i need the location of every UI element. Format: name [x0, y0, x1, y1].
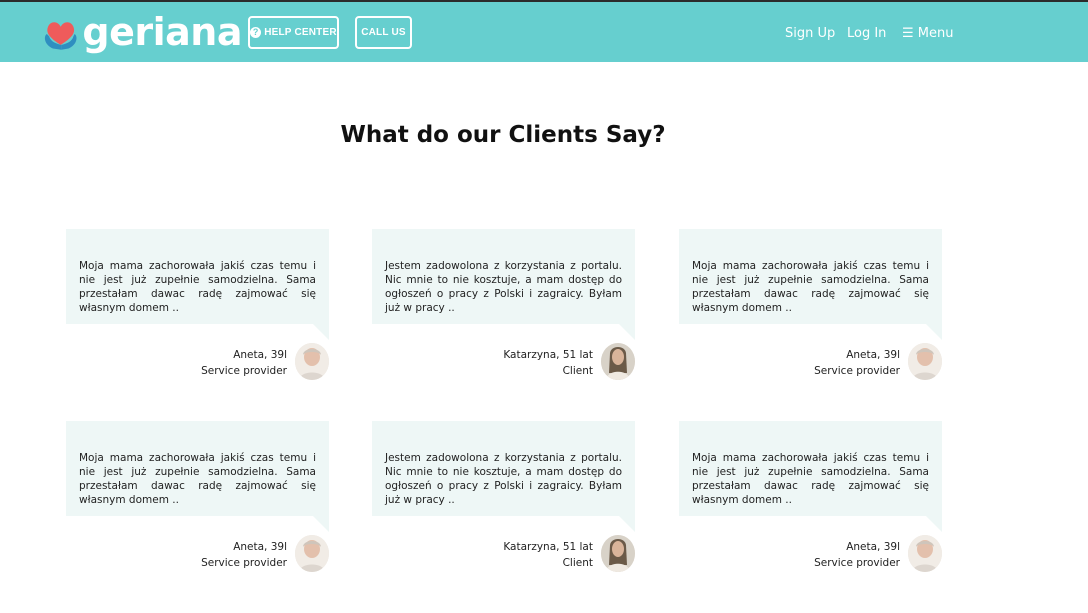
- woman-portrait-dark-icon: [601, 343, 635, 380]
- log-in-link[interactable]: Log In: [847, 26, 886, 41]
- sign-up-link[interactable]: Sign Up: [785, 26, 835, 41]
- author-role: Client: [562, 365, 593, 377]
- speech-tail: [619, 324, 635, 340]
- author-role: Service provider: [814, 557, 900, 569]
- testimonial-text: Jestem zadowolona z korzystania z portal…: [372, 421, 635, 516]
- testimonial-author: Aneta, 39l Service provider: [814, 539, 900, 571]
- heart-hands-icon: [44, 22, 77, 50]
- author-name: Katarzyna, 51 lat: [503, 541, 593, 553]
- help-center-button[interactable]: ? HELP CENTER: [248, 16, 339, 49]
- author-role: Client: [562, 557, 593, 569]
- avatar: [601, 535, 635, 572]
- speech-tail: [619, 516, 635, 532]
- author-name: Aneta, 39l: [846, 349, 900, 361]
- testimonial-author: Katarzyna, 51 lat Client: [503, 347, 593, 379]
- logo-text: geriana: [82, 10, 242, 54]
- woman-portrait-dark-icon: [601, 535, 635, 572]
- testimonial-text: Moja mama zachorowała jakiś czas temu i …: [679, 421, 942, 516]
- speech-tail: [926, 516, 942, 532]
- avatar: [908, 535, 942, 572]
- testimonial-card: Jestem zadowolona z korzystania z portal…: [372, 421, 635, 575]
- question-circle-icon: ?: [250, 27, 262, 38]
- woman-portrait-icon: [295, 343, 329, 380]
- help-center-label: HELP CENTER: [264, 27, 337, 38]
- woman-portrait-icon: [295, 535, 329, 572]
- testimonial-author: Katarzyna, 51 lat Client: [503, 539, 593, 571]
- testimonial-card: Jestem zadowolona z korzystania z portal…: [372, 229, 635, 383]
- testimonial-text: Moja mama zachorowała jakiś czas temu i …: [679, 229, 942, 324]
- testimonial-card: Moja mama zachorowała jakiś czas temu i …: [66, 229, 329, 383]
- avatar: [908, 343, 942, 380]
- call-us-label: CALL US: [361, 27, 406, 38]
- woman-portrait-icon: [908, 535, 942, 572]
- call-us-button[interactable]: CALL US: [355, 16, 412, 49]
- testimonial-card: Moja mama zachorowała jakiś czas temu i …: [679, 229, 942, 383]
- geriana-logo[interactable]: geriana: [42, 8, 242, 60]
- testimonial-card: Moja mama zachorowała jakiś czas temu i …: [66, 421, 329, 575]
- speech-tail: [926, 324, 942, 340]
- testimonial-text: Jestem zadowolona z korzystania z portal…: [372, 229, 635, 324]
- menu-button[interactable]: ☰ Menu: [902, 26, 953, 41]
- author-name: Aneta, 39l: [846, 541, 900, 553]
- testimonial-author: Aneta, 39l Service provider: [814, 347, 900, 379]
- avatar: [601, 343, 635, 380]
- author-role: Service provider: [814, 365, 900, 377]
- author-role: Service provider: [201, 365, 287, 377]
- author-name: Katarzyna, 51 lat: [503, 349, 593, 361]
- testimonial-author: Aneta, 39l Service provider: [201, 347, 287, 379]
- testimonial-card: Moja mama zachorowała jakiś czas temu i …: [679, 421, 942, 575]
- avatar: [295, 343, 329, 380]
- speech-tail: [313, 324, 329, 340]
- testimonial-text: Moja mama zachorowała jakiś czas temu i …: [66, 229, 329, 324]
- author-name: Aneta, 39l: [233, 349, 287, 361]
- testimonial-author: Aneta, 39l Service provider: [201, 539, 287, 571]
- page-title: What do our Clients Say?: [340, 122, 666, 148]
- top-navbar: geriana ? HELP CENTER CALL US Sign Up Lo…: [0, 0, 1088, 62]
- avatar: [295, 535, 329, 572]
- author-role: Service provider: [201, 557, 287, 569]
- woman-portrait-icon: [908, 343, 942, 380]
- testimonial-text: Moja mama zachorowała jakiś czas temu i …: [66, 421, 329, 516]
- speech-tail: [313, 516, 329, 532]
- author-name: Aneta, 39l: [233, 541, 287, 553]
